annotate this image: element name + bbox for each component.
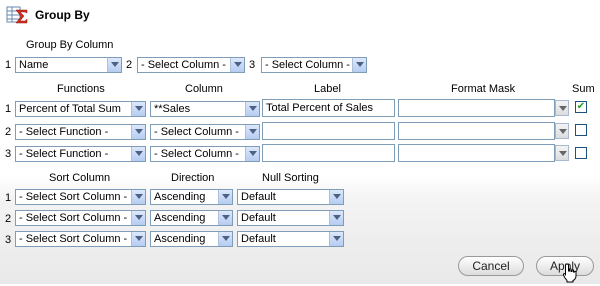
select-value: Ascending xyxy=(154,212,206,224)
select-value: - Select Column - xyxy=(141,59,226,71)
page-title: Group By xyxy=(35,8,90,22)
function-row-number: 1 xyxy=(5,103,12,115)
select-value: - Select Column - xyxy=(154,148,239,160)
sort-column-select-2[interactable]: - Select Sort Column - xyxy=(15,210,146,226)
direction-select-1[interactable]: Ascending xyxy=(150,189,233,205)
chevron-down-icon xyxy=(218,190,232,204)
sum-header: Sum xyxy=(572,83,595,95)
select-value: - Select Sort Column - xyxy=(19,191,128,203)
function-column-select-2[interactable]: - Select Column - xyxy=(150,124,260,140)
cancel-button[interactable]: Cancel xyxy=(458,256,524,276)
check-icon: ✔ xyxy=(576,101,586,112)
chevron-down-icon xyxy=(329,190,343,204)
select-value: Ascending xyxy=(154,233,206,245)
chevron-down-icon xyxy=(329,211,343,225)
chevron-down-icon xyxy=(230,58,244,72)
chevron-down-icon xyxy=(218,211,232,225)
sum-checkbox-1[interactable]: ✔ xyxy=(575,101,587,113)
sort-column-select-1[interactable]: - Select Sort Column - xyxy=(15,189,146,205)
format-mask-dropdown-3[interactable] xyxy=(555,145,569,161)
select-value: Default xyxy=(241,212,276,224)
null-sorting-select-1[interactable]: Default xyxy=(237,189,344,205)
chevron-down-icon xyxy=(131,147,145,161)
select-value: Ascending xyxy=(154,191,206,203)
dialog-title: Group By xyxy=(6,4,90,26)
chevron-down-icon xyxy=(131,190,145,204)
label-header: Label xyxy=(314,83,341,95)
chevron-down-icon xyxy=(131,211,145,225)
direction-select-3[interactable]: Ascending xyxy=(150,231,233,247)
chevron-down-icon xyxy=(352,58,366,72)
hand-pointer-icon xyxy=(562,263,578,283)
column-header: Column xyxy=(185,83,223,95)
group-by-column-header: Group By Column xyxy=(26,39,114,51)
direction-header: Direction xyxy=(171,172,215,184)
function-select-3[interactable]: - Select Function - xyxy=(15,146,146,162)
group-by-row-number: 1 xyxy=(5,59,12,71)
select-value: Name xyxy=(19,59,49,71)
function-column-select-3[interactable]: - Select Column - xyxy=(150,146,260,162)
chevron-down-icon xyxy=(131,125,145,139)
group-by-row-number: 2 xyxy=(126,59,133,71)
select-value: - Select Column - xyxy=(265,59,350,71)
select-value: - Select Sort Column - xyxy=(19,212,128,224)
null-sorting-header: Null Sorting xyxy=(262,172,319,184)
chevron-down-icon xyxy=(107,58,121,72)
format-mask-input-2[interactable] xyxy=(398,122,555,140)
chevron-down-icon xyxy=(245,102,259,116)
chevron-down-icon xyxy=(131,102,145,116)
sort-row-number: 2 xyxy=(5,213,12,225)
group-by-row-number: 3 xyxy=(249,59,256,71)
chevron-down-icon xyxy=(218,232,232,246)
group-by-column-select-3[interactable]: - Select Column - xyxy=(261,57,367,73)
null-sorting-select-3[interactable]: Default xyxy=(237,231,344,247)
sum-checkbox-2[interactable] xyxy=(575,124,587,136)
format-mask-header: Format Mask xyxy=(451,83,516,95)
functions-header: Functions xyxy=(57,83,105,95)
chevron-down-icon xyxy=(245,147,259,161)
chevron-down-icon xyxy=(131,232,145,246)
function-column-select-1[interactable]: **Sales xyxy=(150,101,260,117)
group-by-column-select-2[interactable]: - Select Column - xyxy=(137,57,245,73)
format-mask-input-1[interactable] xyxy=(398,99,555,117)
sort-column-select-3[interactable]: - Select Sort Column - xyxy=(15,231,146,247)
select-value: Default xyxy=(241,233,276,245)
select-value: Default xyxy=(241,191,276,203)
label-input-1[interactable]: Total Percent of Sales xyxy=(262,99,395,117)
sum-checkbox-3[interactable] xyxy=(575,147,587,159)
format-mask-dropdown-2[interactable] xyxy=(555,123,569,139)
group-by-column-select-1[interactable]: Name xyxy=(15,57,122,73)
direction-select-2[interactable]: Ascending xyxy=(150,210,233,226)
sigma-sum-icon xyxy=(6,4,30,26)
label-input-3[interactable] xyxy=(262,144,395,162)
format-mask-dropdown-1[interactable] xyxy=(555,100,569,116)
select-value: - Select Function - xyxy=(19,126,109,138)
format-mask-input-3[interactable] xyxy=(398,144,555,162)
sort-column-header: Sort Column xyxy=(49,172,111,184)
select-value: Percent of Total Sum xyxy=(19,103,121,115)
function-row-number: 3 xyxy=(5,148,12,160)
select-value: **Sales xyxy=(154,103,191,115)
select-value: - Select Column - xyxy=(154,126,239,138)
sort-row-number: 3 xyxy=(5,234,12,246)
null-sorting-select-2[interactable]: Default xyxy=(237,210,344,226)
chevron-down-icon xyxy=(329,232,343,246)
sort-row-number: 1 xyxy=(5,192,12,204)
function-select-2[interactable]: - Select Function - xyxy=(15,124,146,140)
select-value: - Select Function - xyxy=(19,148,109,160)
select-value: - Select Sort Column - xyxy=(19,233,128,245)
function-row-number: 2 xyxy=(5,126,12,138)
label-input-2[interactable] xyxy=(262,122,395,140)
function-select-1[interactable]: Percent of Total Sum xyxy=(15,101,146,117)
chevron-down-icon xyxy=(245,125,259,139)
